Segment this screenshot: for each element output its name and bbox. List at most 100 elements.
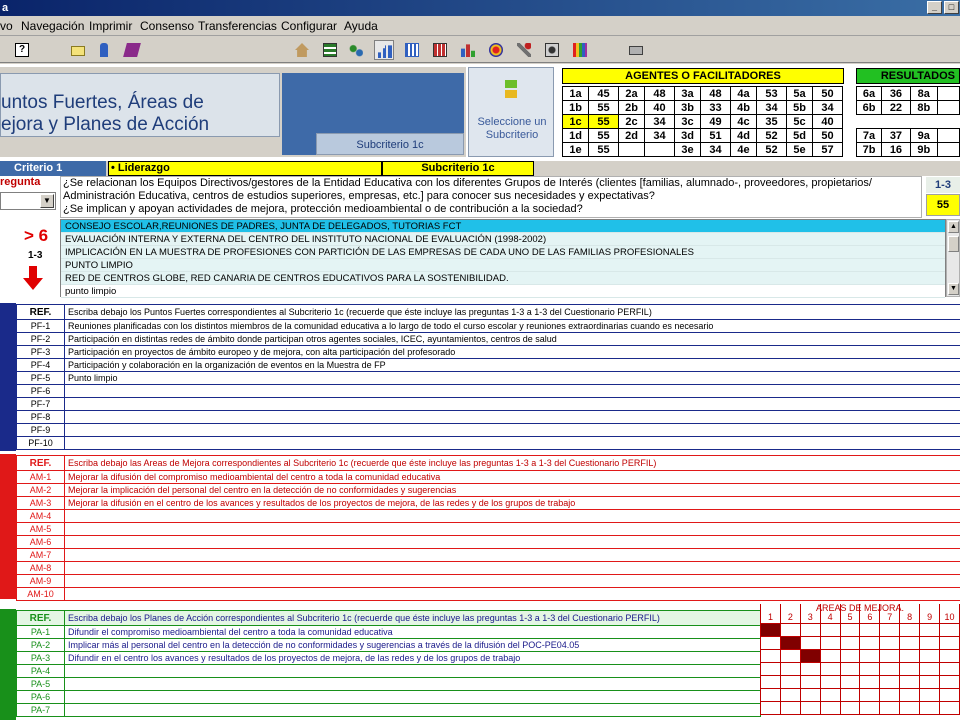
row-text-field[interactable]	[64, 561, 960, 575]
area-matrix-cell[interactable]	[760, 622, 781, 637]
subcriterio-code[interactable]: 4c	[730, 114, 757, 129]
row-text-field[interactable]: Punto limpio	[64, 371, 960, 385]
area-matrix-cell[interactable]	[799, 635, 821, 650]
resultado-code[interactable]: 7b	[855, 142, 883, 157]
subcriterio-code[interactable]: 2c	[618, 114, 645, 129]
menu-navegacion[interactable]: Navegación	[21, 19, 84, 33]
area-matrix-cell[interactable]	[799, 622, 821, 637]
resultado-code[interactable]: 9b	[909, 142, 938, 157]
area-matrix-cell[interactable]	[779, 687, 801, 702]
area-matrix-cell[interactable]	[760, 674, 781, 689]
area-matrix-cell[interactable]	[760, 687, 781, 702]
subcriterio-code[interactable]: 5b	[786, 100, 813, 115]
area-matrix-cell[interactable]	[839, 674, 861, 689]
area-matrix-cell[interactable]	[919, 687, 941, 702]
scroll-down-icon[interactable]: ▼	[948, 283, 959, 295]
help-icon[interactable]: ?	[12, 40, 32, 60]
row-text-field[interactable]	[64, 690, 761, 704]
subcriterio-code[interactable]: 3c	[674, 114, 701, 129]
area-matrix-cell[interactable]	[859, 700, 881, 715]
area-matrix-cell[interactable]	[799, 648, 821, 663]
subcriterio-code[interactable]: 2b	[618, 100, 645, 115]
subcriterio-code[interactable]: 3a	[674, 86, 701, 101]
area-matrix-cell[interactable]	[939, 674, 960, 689]
print-icon[interactable]	[626, 40, 646, 60]
subcriterio-code[interactable]: 2a	[618, 86, 645, 101]
row-text-field[interactable]	[64, 397, 960, 411]
area-matrix-cell[interactable]	[919, 700, 941, 715]
row-text-field[interactable]: Mejorar la difusión del compromiso medio…	[64, 470, 960, 484]
row-text-field[interactable]	[64, 535, 960, 549]
grid-icon[interactable]	[430, 40, 450, 60]
row-text-field[interactable]	[64, 587, 960, 601]
area-matrix-cell[interactable]	[939, 661, 960, 676]
subcriterio-code[interactable]: 4b	[730, 100, 757, 115]
subcriterio-code[interactable]	[618, 142, 645, 157]
row-text-field[interactable]	[64, 574, 960, 588]
subcriterio-code[interactable]: 1b	[562, 100, 589, 115]
menu-archivo[interactable]: vo	[0, 19, 13, 33]
subcriterio-code[interactable]: 2d	[618, 128, 645, 143]
row-text-field[interactable]	[64, 423, 960, 437]
area-matrix-cell[interactable]	[819, 635, 841, 650]
area-matrix-cell[interactable]	[839, 648, 861, 663]
area-matrix-cell[interactable]	[859, 648, 881, 663]
row-text-field[interactable]	[64, 410, 960, 424]
book-icon[interactable]	[122, 40, 142, 60]
area-matrix-cell[interactable]	[819, 700, 841, 715]
area-matrix-cell[interactable]	[899, 687, 921, 702]
resultado-code[interactable]: 7a	[855, 128, 883, 143]
subcriterio-code[interactable]: 1c	[562, 114, 589, 129]
area-matrix-cell[interactable]	[899, 622, 921, 637]
evidence-item[interactable]: CONSEJO ESCOLAR,REUNIONES DE PADRES, JUN…	[61, 220, 945, 233]
row-text-field[interactable]	[64, 677, 761, 691]
area-matrix-cell[interactable]	[760, 635, 781, 650]
area-matrix-cell[interactable]	[899, 635, 921, 650]
area-matrix-cell[interactable]	[760, 648, 781, 663]
subcriterio-code[interactable]: 3e	[674, 142, 701, 157]
network-icon[interactable]	[346, 40, 366, 60]
evidence-scrollbar[interactable]: ▲ ▼	[946, 219, 960, 297]
row-text-field[interactable]	[64, 664, 761, 678]
area-matrix-cell[interactable]	[779, 635, 801, 650]
resultado-code[interactable]: 8a	[909, 86, 938, 101]
area-matrix-cell[interactable]	[799, 661, 821, 676]
resultado-code[interactable]	[856, 114, 882, 129]
row-text-field[interactable]	[64, 384, 960, 398]
area-matrix-cell[interactable]	[879, 648, 901, 663]
row-text-field[interactable]	[64, 703, 761, 717]
row-text-field[interactable]: Mejorar la implicación del personal del …	[64, 483, 960, 497]
area-matrix-cell[interactable]	[879, 700, 901, 715]
row-text-field[interactable]: Implicar más al personal del centro en l…	[64, 638, 761, 652]
area-matrix-cell[interactable]	[859, 635, 881, 650]
subcriterio-code[interactable]: 3b	[674, 100, 701, 115]
resultado-code[interactable]: 9a	[909, 128, 938, 143]
area-matrix-cell[interactable]	[939, 648, 960, 663]
palette-icon[interactable]	[570, 40, 590, 60]
bar-chart-icon[interactable]	[458, 40, 478, 60]
area-matrix-cell[interactable]	[939, 635, 960, 650]
area-matrix-cell[interactable]	[919, 622, 941, 637]
area-matrix-cell[interactable]	[779, 661, 801, 676]
area-matrix-cell[interactable]	[939, 622, 960, 637]
scroll-up-icon[interactable]: ▲	[948, 221, 959, 233]
report-icon[interactable]	[402, 40, 422, 60]
menu-configurar[interactable]: Configurar	[281, 19, 337, 33]
folder-icon[interactable]	[68, 40, 88, 60]
area-matrix-cell[interactable]	[859, 622, 881, 637]
evidence-list[interactable]: CONSEJO ESCOLAR,REUNIONES DE PADRES, JUN…	[60, 219, 946, 298]
chart-icon[interactable]	[374, 40, 394, 60]
list-icon[interactable]	[320, 40, 340, 60]
menu-consenso[interactable]: Consenso	[140, 19, 194, 33]
area-matrix-cell[interactable]	[879, 661, 901, 676]
area-matrix-cell[interactable]	[879, 635, 901, 650]
subcriterio-code[interactable]: 3d	[674, 128, 701, 143]
pregunta-select[interactable]: ▼	[0, 192, 56, 210]
target-icon[interactable]	[486, 40, 506, 60]
row-text-field[interactable]	[64, 436, 960, 450]
scroll-thumb[interactable]	[948, 236, 959, 252]
area-matrix-cell[interactable]	[859, 674, 881, 689]
subcriterio-code[interactable]: 1d	[562, 128, 589, 143]
area-matrix-cell[interactable]	[879, 687, 901, 702]
area-matrix-cell[interactable]	[939, 687, 960, 702]
